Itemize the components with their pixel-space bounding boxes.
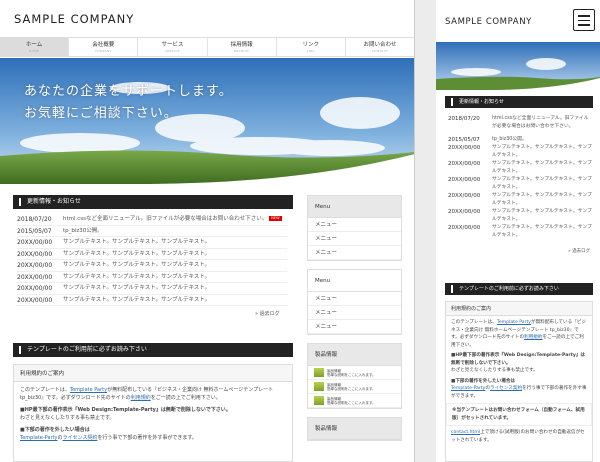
list-item[interactable]: 20XX/00/00 サンプルテキスト。サンプルテキスト。サンプルテキスト。 xyxy=(448,192,592,208)
list-item[interactable]: 20XX/00/00 サンプルテキスト。サンプルテキスト。サンプルテキスト。 xyxy=(448,144,592,160)
terms-link[interactable]: 利用規約 xyxy=(524,335,542,340)
sidebar-menu-2: Menu メニュー メニュー メニュー xyxy=(307,269,402,335)
license-paragraph: Template-Partyのライセンス契約を行う事で下部の著作を外す事ができま… xyxy=(20,435,197,441)
remove-credit-note: ■下部の著作を外したい場合は xyxy=(451,378,516,384)
product-item[interactable]: 製品情報 簡単な説明をここに入れます。 xyxy=(308,380,401,394)
news-heading: 更新情報・お知らせ xyxy=(13,195,293,209)
nav-item-home[interactable]: ホーム HOME xyxy=(0,38,70,56)
nav-item-recruit[interactable]: 採用情報 RECRUIT xyxy=(208,38,277,56)
hero-image xyxy=(436,42,600,90)
list-item[interactable]: 20XX/00/00 サンプルテキスト。サンプルテキスト。サンプルテキスト。 xyxy=(448,176,592,192)
no-hide-note: わざと見えなくしたりする事も禁止です。 xyxy=(451,368,538,373)
products-title: 製品情報 xyxy=(308,344,401,366)
hero-image: あなたの企業をサポートします。 お気軽にご相談下さい。 xyxy=(0,58,414,184)
sky-field-illustration xyxy=(436,42,600,90)
new-badge: NEW xyxy=(269,216,282,221)
sidebar-menu-item[interactable]: メニュー xyxy=(308,232,401,246)
sidebar-menu-1: Menu メニュー メニュー メニュー xyxy=(307,195,402,261)
sidebar-menu-item[interactable]: メニュー xyxy=(308,320,401,334)
form-note: ※当テンプレートはお問い合わせフォーム（自動フォーム、試用版）がセットされていま… xyxy=(446,403,592,426)
list-item[interactable]: 20XX/00/00 サンプルテキスト。サンプルテキスト。サンプルテキスト。 xyxy=(17,283,287,295)
template-heading: テンプレートのご利用前に必ずお読み下さい xyxy=(13,343,293,357)
license-paragraph: Template-Partyのライセンス契約を行う事で下部の著作を外す事ができま… xyxy=(451,386,587,399)
nav-item-link[interactable]: リンク LINK xyxy=(277,38,346,56)
nav-item-company[interactable]: 会社概要 COMPANY xyxy=(69,38,139,56)
news-list: 2018/07/20 html.cssなど全面リニューアル。旧ファイルが必要な場合… xyxy=(448,115,592,240)
list-item[interactable]: 20XX/00/00 サンプルテキスト。サンプルテキスト。サンプルテキスト。 xyxy=(17,295,287,306)
list-item[interactable]: 20XX/00/00 サンプルテキスト。サンプルテキスト。サンプルテキスト。 xyxy=(448,224,592,240)
copyright-warning: ■HP最下部の著作表示『Web Design:Template-Party』は無… xyxy=(451,353,586,366)
template-party-link-2[interactable]: Template-Party xyxy=(20,435,57,441)
remove-credit-note: ■下部の著作を外したい場合は xyxy=(20,427,90,433)
contact-link[interactable]: contact.html xyxy=(451,430,480,435)
product-thumbnail xyxy=(314,368,324,377)
list-item[interactable]: 2018/07/20 html.cssなど全面リニューアル。旧ファイルが必要な場合… xyxy=(17,214,287,226)
list-item[interactable]: 2015/05/07 tp_biz30公開。 xyxy=(17,226,287,237)
product-thumbnail xyxy=(314,382,324,391)
past-log-link[interactable]: » 過去ログ xyxy=(568,248,590,254)
list-item[interactable]: 20XX/00/00 サンプルテキスト。サンプルテキスト。サンプルテキスト。 xyxy=(448,160,592,176)
global-nav: ホーム HOME 会社概要 COMPANY サービス SERVICE 採用情報 RECR… xyxy=(0,37,414,57)
product-item[interactable]: 製品情報 簡単な説明をここに入れます。 xyxy=(308,366,401,380)
list-item[interactable]: 20XX/00/00 サンプルテキスト。サンプルテキスト。サンプルテキスト。 xyxy=(17,249,287,260)
template-party-link[interactable]: Template Party xyxy=(70,387,107,393)
list-item[interactable]: 2015/05/07 tp_biz30公開。 xyxy=(448,136,592,144)
terms-box-heading: 利用規約のご案内 xyxy=(446,302,592,316)
contact-paragraph: contact.html上で頂ける(試用版)のお問い合わせの自動返信がセットされ… xyxy=(451,430,585,443)
template-heading: テンプレートのご利用前に必ずお読み下さい xyxy=(445,283,593,295)
list-item[interactable]: 20XX/00/00 サンプルテキスト。サンプルテキスト。サンプルテキスト。 xyxy=(17,237,287,249)
sidebar-products: 製品情報 製品情報 簡単な説明をここに入れます。 製品情報 簡単な説明をここに入れま… xyxy=(307,343,402,409)
nav-item-service[interactable]: サービス SERVICE xyxy=(138,38,208,56)
sidebar-menu-title: Menu xyxy=(308,270,401,292)
hero-copy-line2: お気軽にご相談下さい。 xyxy=(24,106,178,121)
sidebar-products-2: 製品情報 xyxy=(307,417,402,441)
hero-copy-line1: あなたの企業をサポートします。 xyxy=(24,84,233,99)
list-item[interactable]: 20XX/00/00 サンプルテキスト。サンプルテキスト。サンプルテキスト。 xyxy=(17,260,287,272)
news-list: 2018/07/20 html.cssなど全面リニューアル。旧ファイルが必要な場合… xyxy=(17,214,287,306)
list-item[interactable]: 2018/07/20 html.cssなど全面リニューアル。旧ファイルが必要な場合… xyxy=(448,115,592,131)
terms-paragraph: このテンプレートは、Template Partyが無料配布している『ビジネス・企… xyxy=(451,320,587,348)
site-logo[interactable]: SAMPLE COMPANY xyxy=(14,12,134,26)
terms-box-heading: 利用規約のご案内 xyxy=(14,365,292,382)
sidebar-menu-item[interactable]: メニュー xyxy=(308,292,401,306)
site-logo[interactable]: SAMPLE COMPANY xyxy=(445,17,532,27)
list-item[interactable]: 20XX/00/00 サンプルテキスト。サンプルテキスト。サンプルテキスト。 xyxy=(17,272,287,283)
product-thumbnail xyxy=(314,396,324,405)
template-party-link-2[interactable]: Template-Party xyxy=(451,386,485,391)
hamburger-menu-icon[interactable] xyxy=(573,9,595,31)
copyright-warning: ■HP最下部の著作表示『Web Design:Template-Party』は無… xyxy=(20,407,231,413)
desktop-preview: SAMPLE COMPANY ホーム HOME 会社概要 COMPANY サービス S… xyxy=(0,0,415,462)
sidebar-menu-item[interactable]: メニュー xyxy=(308,306,401,320)
no-hide-note: わざと見えなくしたりする事も禁止です。 xyxy=(20,415,115,421)
product-item[interactable]: 製品情報 簡単な説明をここに入れます。 xyxy=(308,394,401,408)
sky-field-illustration xyxy=(0,58,414,184)
past-log-link[interactable]: » 過去ログ xyxy=(255,310,280,317)
sidebar-menu-item[interactable]: メニュー xyxy=(308,246,401,260)
terms-link[interactable]: 利用規約 xyxy=(131,395,151,401)
sidebar-menu-title: Menu xyxy=(308,196,401,218)
news-heading: 更新情報・お知らせ xyxy=(445,96,593,108)
sidebar-menu-item[interactable]: メニュー xyxy=(308,218,401,232)
nav-item-contact[interactable]: お問い合わせ CONTACT xyxy=(346,38,414,56)
license-link[interactable]: ライセンス契約 xyxy=(490,386,522,391)
terms-box: 利用規約のご案内 このテンプレートは、Template Partyが無料配布して… xyxy=(13,364,293,462)
products-title: 製品情報 xyxy=(308,418,401,440)
sidebar: Menu メニュー メニュー メニュー Menu メニュー メニュー メニュー … xyxy=(307,195,402,449)
terms-box: 利用規約のご案内 このテンプレートは、Template Partyが無料配布して… xyxy=(445,301,593,462)
license-link[interactable]: ライセンス契約 xyxy=(62,435,97,441)
template-party-link[interactable]: Template Party xyxy=(497,320,531,325)
terms-paragraph: このテンプレートは、Template Partyが無料配布している『ビジネス・企… xyxy=(20,387,274,401)
list-item[interactable]: 20XX/00/00 サンプルテキスト。サンプルテキスト。サンプルテキスト。 xyxy=(448,208,592,224)
mobile-preview: SAMPLE COMPANY 更新情報・お知らせ 2018/07/20 html.… xyxy=(436,0,600,462)
